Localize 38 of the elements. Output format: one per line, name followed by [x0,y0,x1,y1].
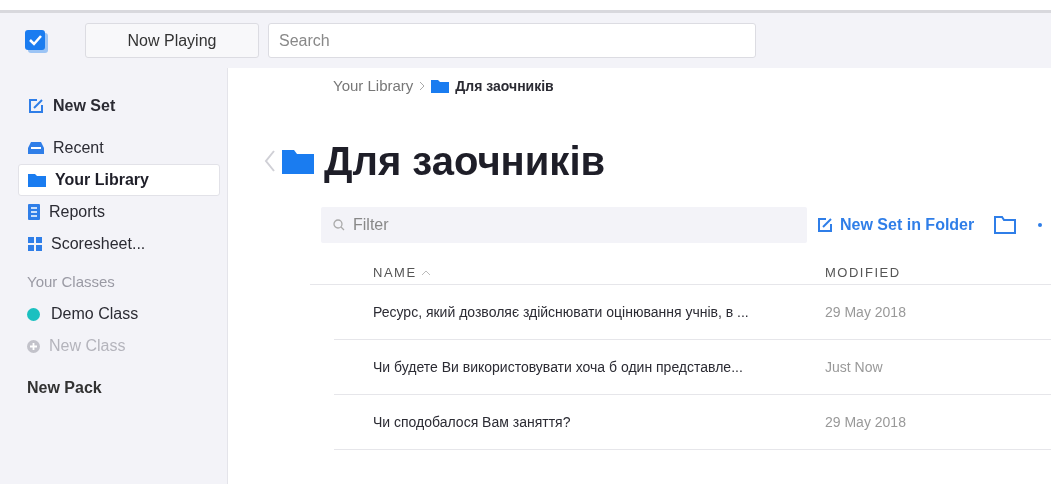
breadcrumb-link[interactable]: Your Library [333,74,414,98]
set-name-cell-text: Ресурс, який дозволяє здійснювати оцінювання учнів, в ... [373,302,750,322]
folder-icon [431,79,450,93]
sort-icon [420,269,431,276]
sidebar-item[interactable]: Your Library [18,164,220,196]
new-set-in-folder-button[interactable]: New Set in Folder [817,213,975,237]
modified-cell-text: 29 May 2018 [825,412,906,432]
breadcrumb-current: Для заочників [455,76,554,96]
chevron-icon [419,81,426,91]
sidebar-item[interactable]: Scoresheet... [18,228,220,260]
set-name-cell-text: Чи сподобалося Вам заняття? [373,412,572,432]
filter-field[interactable]: Filter [321,207,807,243]
inbox-icon [28,141,44,155]
folder-icon [28,173,46,187]
column-header[interactable]: MODIFIED [825,262,901,283]
sidebar-item[interactable]: Recent [18,132,220,164]
add-icon [27,339,40,353]
new-folder-icon[interactable] [994,216,1017,234]
search-icon [333,219,345,231]
new-set-button[interactable]: New Set [18,90,220,122]
edit-icon [817,217,833,233]
modified-cell-text: 29 May 2018 [825,302,906,322]
more-icon[interactable] [1038,223,1043,227]
edit-icon [28,98,44,114]
new-pack-button[interactable]: New Pack [18,372,220,404]
modified-cell-text: Just Now [825,357,883,377]
folder-icon [282,148,314,174]
search-field[interactable]: Search [268,23,756,58]
section-label: Your Classes [26,271,116,292]
sidebar-item[interactable]: Reports [18,196,220,228]
grid-icon [28,237,42,251]
page-title: Для заочників [324,138,606,185]
now-playing-button[interactable]: Now Playing [85,23,259,58]
class-item[interactable]: Demo Class [18,298,220,330]
column-header[interactable]: NAME [373,262,825,283]
checkbox-logo-icon [24,27,50,54]
set-name-cell-text: Чи будете Ви використовувати хоча б один представле... [373,357,744,377]
document-icon [28,204,40,220]
